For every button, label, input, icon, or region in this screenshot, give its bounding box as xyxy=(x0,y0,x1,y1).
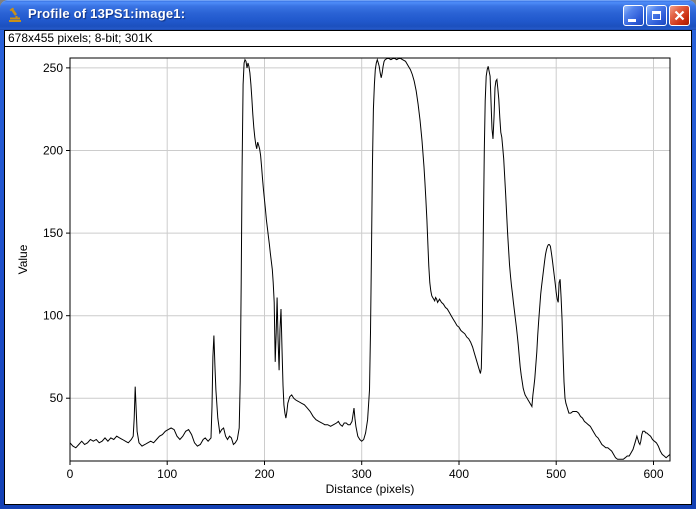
profile-plot: 50 100 150 200 250 0 100 200 300 400 500 600 Distanc… xyxy=(5,47,691,503)
svg-text:250: 250 xyxy=(43,61,63,75)
svg-text:0: 0 xyxy=(67,467,74,481)
window-title: Profile of 13PS1:image1: xyxy=(28,6,185,21)
svg-text:600: 600 xyxy=(643,467,663,481)
y-axis-title: Value xyxy=(16,244,30,274)
maximize-button[interactable] xyxy=(646,5,667,26)
svg-text:200: 200 xyxy=(254,467,274,481)
client-area: 678x455 pixels; 8-bit; 301K 50 100 150 200 2… xyxy=(4,30,692,505)
grid-lines xyxy=(70,58,670,461)
svg-text:150: 150 xyxy=(43,226,63,240)
plot-frame xyxy=(70,58,670,461)
close-icon xyxy=(674,10,685,21)
x-tick-labels: 0 100 200 300 400 500 600 xyxy=(67,467,664,481)
svg-text:200: 200 xyxy=(43,144,63,158)
plot-canvas: 50 100 150 200 250 0 100 200 300 400 500 600 Distanc… xyxy=(5,47,691,503)
svg-text:400: 400 xyxy=(449,467,469,481)
svg-text:300: 300 xyxy=(352,467,372,481)
maximize-icon xyxy=(652,11,661,20)
title-bar[interactable]: Profile of 13PS1:image1: xyxy=(0,0,696,30)
status-bar: 678x455 pixels; 8-bit; 301K xyxy=(5,31,691,47)
profile-window: Profile of 13PS1:image1: 678x455 pixels;… xyxy=(0,0,696,509)
profile-line xyxy=(70,58,670,459)
close-button[interactable] xyxy=(669,5,690,26)
svg-text:100: 100 xyxy=(43,309,63,323)
tick-marks xyxy=(66,68,654,465)
svg-text:500: 500 xyxy=(546,467,566,481)
svg-text:100: 100 xyxy=(157,467,177,481)
minimize-icon xyxy=(628,19,636,22)
y-tick-labels: 50 100 150 200 250 xyxy=(43,61,63,405)
minimize-button[interactable] xyxy=(623,5,644,26)
x-axis-title: Distance (pixels) xyxy=(326,482,415,496)
svg-text:50: 50 xyxy=(50,391,64,405)
microscope-icon[interactable] xyxy=(7,7,23,23)
